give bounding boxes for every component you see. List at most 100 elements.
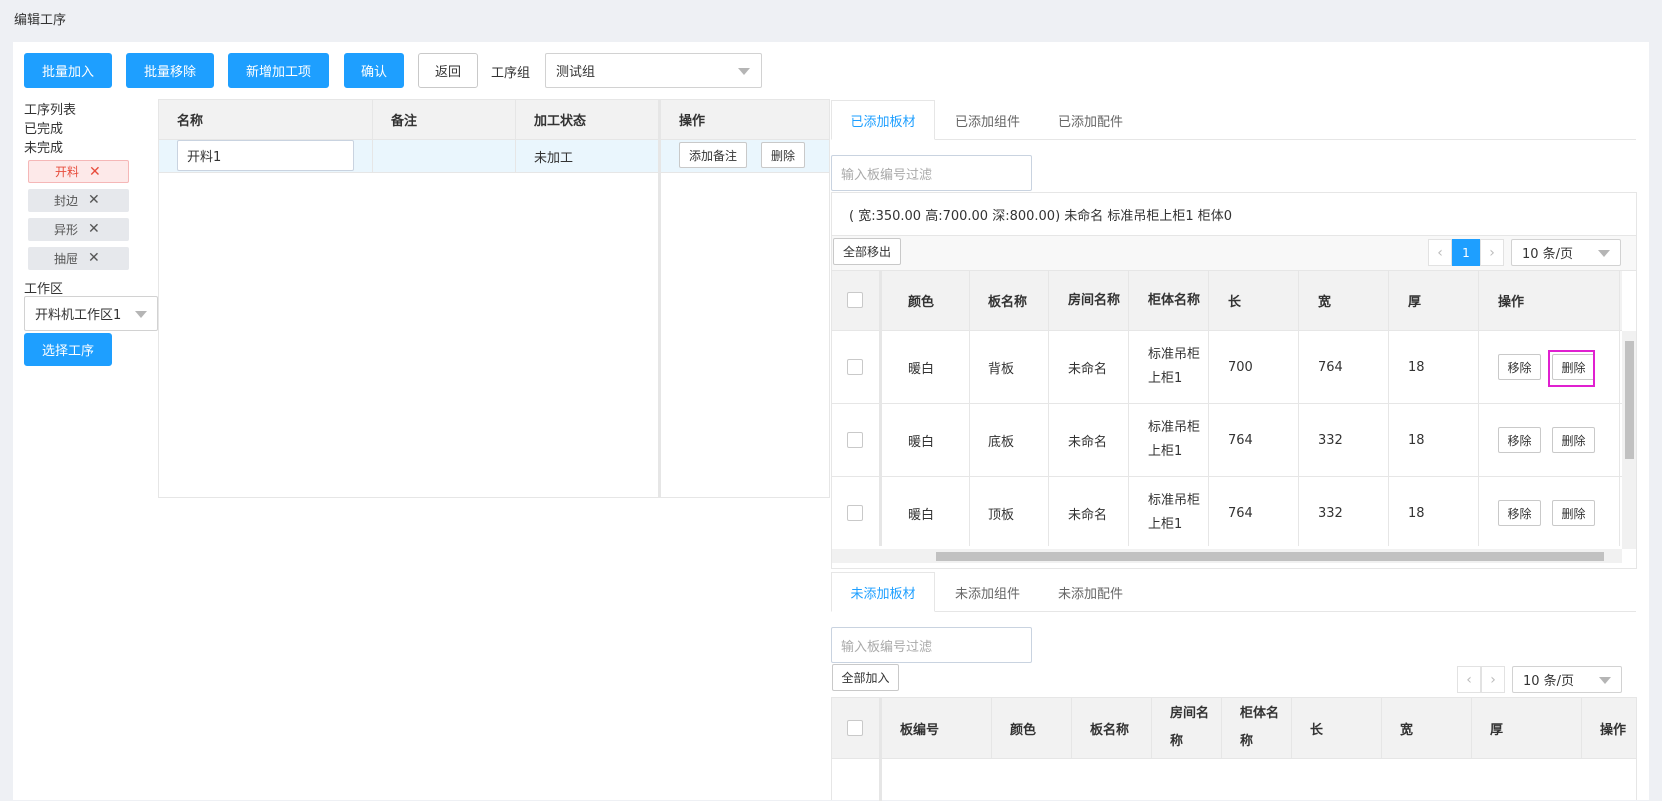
col-header-actions: 操作 (1600, 722, 1627, 738)
col-header-cabinet-name: 柜体名称 (1240, 706, 1280, 749)
divider (1381, 698, 1382, 758)
remove-row-button[interactable]: 移除 (1498, 354, 1541, 380)
process-tag-fengbian[interactable]: 封边 ✕ (28, 189, 129, 212)
col-header-color: 颜色 (908, 295, 935, 310)
process-group-select[interactable]: 测试组 (545, 53, 762, 88)
tag-label: 抽屉 (54, 252, 79, 266)
tab-not-added-components[interactable]: 未添加组件 (940, 572, 1035, 612)
page-1-button[interactable]: 1 (1452, 239, 1480, 266)
process-status: 未加工 (534, 150, 574, 166)
group-info: ( 宽:350.00 高:700.00 深:800.00) 未命名 标准吊柜上柜… (849, 208, 1233, 224)
delete-row-button[interactable]: 删除 (1552, 500, 1595, 526)
tab-added-components[interactable]: 已添加组件 (940, 100, 1035, 140)
batch-add-button[interactable]: 批量加入 (24, 53, 112, 88)
divider (1581, 698, 1582, 758)
vertical-scrollbar[interactable] (1622, 331, 1636, 549)
process-table: 名称 备注 加工状态 操作 开料1 未加工 添加备注 删除 (158, 99, 830, 498)
select-process-button[interactable]: 选择工序 (24, 333, 112, 366)
col-header-board-name: 板名称 (988, 295, 1028, 310)
next-page-icon[interactable]: › (1480, 239, 1504, 266)
col-header-cabinet-name: 柜体名称 (1148, 292, 1201, 308)
chevron-down-icon (135, 311, 147, 318)
divider (515, 100, 516, 172)
chevron-down-icon (1598, 250, 1610, 257)
divider (1471, 698, 1472, 758)
col-header-name: 名称 (177, 114, 204, 129)
cell-thickness: 18 (1408, 505, 1425, 521)
next-page-icon[interactable]: › (1481, 666, 1505, 693)
col-header-actions: 操作 (1498, 295, 1525, 310)
tab-not-added-boards[interactable]: 未添加板材 (831, 572, 935, 612)
divider (1619, 271, 1620, 546)
close-icon[interactable]: ✕ (89, 164, 101, 180)
remove-all-button[interactable]: 全部移出 (833, 238, 901, 265)
cell-length: 764 (1228, 505, 1253, 521)
divider (832, 758, 1636, 759)
scrollbar-thumb[interactable] (1625, 341, 1634, 459)
scrollbar-thumb[interactable] (936, 552, 1604, 561)
divider (159, 172, 829, 173)
tab-not-added-accessories[interactable]: 未添加配件 (1043, 572, 1138, 612)
col-header-note: 备注 (391, 114, 418, 129)
cell-thickness: 18 (1408, 432, 1425, 448)
prev-page-icon[interactable]: ‹ (1457, 666, 1481, 693)
chevron-down-icon (738, 68, 750, 75)
not-added-table-header (832, 698, 1636, 758)
new-process-item-button[interactable]: 新增加工项 (228, 53, 329, 88)
cell-room-name: 未命名 (1068, 507, 1108, 523)
col-header-board-name: 板名称 (1090, 722, 1130, 738)
add-all-button[interactable]: 全部加入 (832, 664, 899, 691)
remove-row-button[interactable]: 移除 (1498, 427, 1541, 453)
process-tag-kailiao[interactable]: 开料 ✕ (28, 160, 129, 183)
page-size-select[interactable]: 10 条/页 (1511, 239, 1621, 266)
divider (1048, 271, 1049, 546)
confirm-button[interactable]: 确认 (344, 53, 404, 88)
close-icon[interactable]: ✕ (88, 221, 100, 237)
divider (1388, 271, 1389, 546)
cell-room-name: 未命名 (1068, 361, 1108, 377)
close-icon[interactable]: ✕ (88, 250, 100, 266)
divider (1221, 698, 1222, 758)
highlight-box (1548, 350, 1595, 387)
col-header-length: 长 (1228, 295, 1242, 310)
not-added-board-filter-input[interactable]: 输入板编号过滤 (831, 627, 1032, 663)
process-name-input[interactable]: 开料1 (177, 140, 354, 171)
process-tag-yixing[interactable]: 异形 ✕ (28, 218, 129, 241)
back-button[interactable]: 返回 (418, 53, 478, 88)
fixed-column-shadow (658, 100, 661, 497)
close-icon[interactable]: ✕ (88, 192, 100, 208)
remove-row-button[interactable]: 移除 (1498, 500, 1541, 526)
fixed-column-shadow (879, 698, 882, 801)
cell-width: 332 (1318, 505, 1343, 521)
row-checkbox[interactable] (847, 432, 863, 448)
filter-placeholder: 输入板编号过滤 (841, 639, 933, 655)
col-header-room-name: 房间名称 (1170, 706, 1210, 749)
cell-cabinet-name: 标准吊柜上柜1 (1148, 420, 1201, 459)
cell-thickness: 18 (1408, 359, 1425, 375)
batch-remove-button[interactable]: 批量移除 (126, 53, 214, 88)
filter-undone[interactable]: 未完成 (24, 137, 63, 156)
row-checkbox[interactable] (847, 359, 863, 375)
select-all-checkbox[interactable] (847, 720, 863, 736)
col-header-width: 宽 (1318, 295, 1332, 310)
filter-done[interactable]: 已完成 (24, 118, 63, 137)
process-tag-chouti[interactable]: 抽屉 ✕ (28, 247, 129, 270)
not-added-page-size-select[interactable]: 10 条/页 (1512, 666, 1622, 693)
workzone-select[interactable]: 开料机工作区1 (24, 296, 158, 331)
cell-length: 700 (1228, 359, 1253, 375)
add-note-button[interactable]: 添加备注 (679, 142, 747, 168)
tab-added-accessories[interactable]: 已添加配件 (1043, 100, 1138, 140)
workzone-value: 开料机工作区1 (35, 308, 122, 323)
added-boards-panel: ( 宽:350.00 高:700.00 深:800.00) 未命名 标准吊柜上柜… (831, 192, 1637, 569)
cell-room-name: 未命名 (1068, 434, 1108, 450)
prev-page-icon[interactable]: ‹ (1428, 239, 1452, 266)
cell-color: 暖白 (908, 507, 935, 523)
delete-process-button[interactable]: 删除 (761, 142, 805, 168)
tab-added-boards[interactable]: 已添加板材 (831, 100, 935, 140)
delete-row-button[interactable]: 删除 (1552, 427, 1595, 453)
workzone-label: 工作区 (24, 282, 64, 297)
added-board-filter-input[interactable]: 输入板编号过滤 (831, 155, 1032, 191)
select-all-checkbox[interactable] (847, 292, 863, 308)
horizontal-scrollbar[interactable] (832, 549, 1622, 563)
row-checkbox[interactable] (847, 505, 863, 521)
